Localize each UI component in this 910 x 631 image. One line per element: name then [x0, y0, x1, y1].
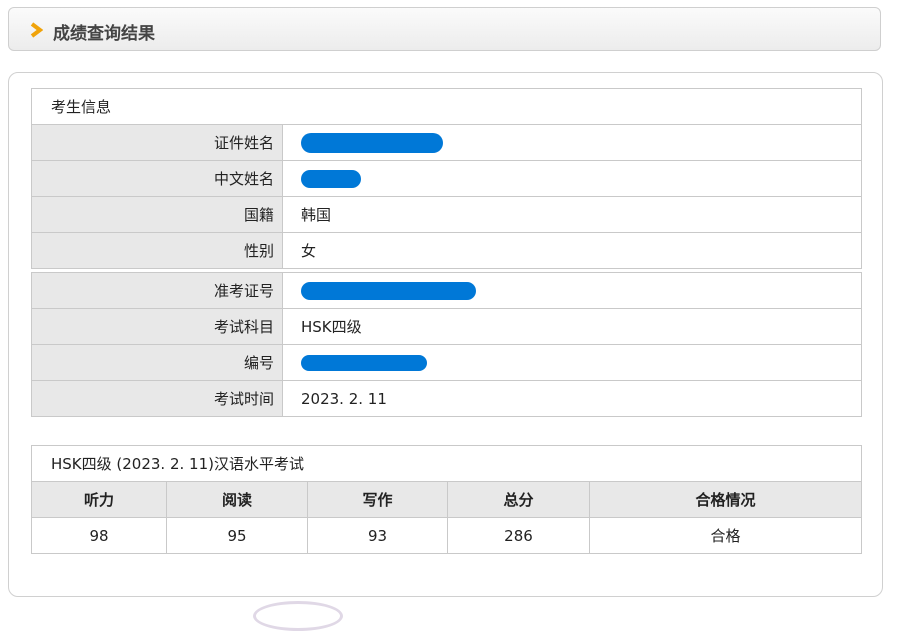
- info-row: 考试时间 2023. 2. 11: [31, 380, 862, 417]
- score-value: 93: [307, 517, 448, 554]
- info-value: HSK四级: [282, 308, 862, 345]
- result-panel: 考生信息 证件姓名 中文姓名 国籍 韩国 性别 女 准考证号 考试科目 HSK四…: [8, 72, 883, 597]
- info-value: 女: [282, 232, 862, 269]
- redaction-mark: [301, 169, 361, 188]
- info-row: 国籍 韩国: [31, 196, 862, 233]
- chevron-right-icon: [30, 22, 43, 38]
- score-value: 95: [166, 517, 308, 554]
- info-row: 考试科目 HSK四级: [31, 308, 862, 345]
- info-value: [282, 124, 862, 161]
- info-row: 准考证号: [31, 272, 862, 309]
- info-value: 韩国: [282, 196, 862, 233]
- info-row: 证件姓名: [31, 124, 862, 161]
- section-title: 考生信息: [31, 88, 862, 125]
- info-label: 编号: [31, 344, 283, 381]
- info-value: 2023. 2. 11: [282, 380, 862, 417]
- info-value: [282, 160, 862, 197]
- info-value: [282, 272, 862, 309]
- info-label: 证件姓名: [31, 124, 283, 161]
- info-label: 考试科目: [31, 308, 283, 345]
- seal-decoration: [253, 601, 343, 631]
- score-value: 合格: [589, 517, 862, 554]
- score-header: 合格情况: [589, 481, 862, 518]
- info-label: 准考证号: [31, 272, 283, 309]
- redaction-mark: [301, 355, 427, 371]
- score-header: 总分: [447, 481, 590, 518]
- info-row: 编号: [31, 344, 862, 381]
- score-header: 听力: [31, 481, 167, 518]
- score-header: 阅读: [166, 481, 308, 518]
- score-caption: HSK四级 (2023. 2. 11)汉语水平考试: [31, 445, 862, 482]
- score-value: 286: [447, 517, 590, 554]
- info-row: 性别 女: [31, 232, 862, 269]
- info-value: [282, 344, 862, 381]
- page-title: 成绩查询结果: [53, 24, 155, 44]
- info-label: 性别: [31, 232, 283, 269]
- candidate-info-table: 考生信息 证件姓名 中文姓名 国籍 韩国 性别 女 准考证号 考试科目 HSK四…: [31, 88, 862, 417]
- score-header: 写作: [307, 481, 448, 518]
- score-table: HSK四级 (2023. 2. 11)汉语水平考试 听力 阅读 写作 总分 合格…: [31, 445, 862, 554]
- info-label: 国籍: [31, 196, 283, 233]
- redaction-mark: [301, 281, 476, 300]
- redaction-mark: [301, 132, 443, 153]
- score-value-row: 98 95 93 286 合格: [31, 517, 862, 554]
- info-row: 中文姓名: [31, 160, 862, 197]
- info-label: 考试时间: [31, 380, 283, 417]
- page-header: 成绩查询结果: [8, 7, 881, 51]
- score-header-row: 听力 阅读 写作 总分 合格情况: [31, 481, 862, 518]
- score-value: 98: [31, 517, 167, 554]
- info-label: 中文姓名: [31, 160, 283, 197]
